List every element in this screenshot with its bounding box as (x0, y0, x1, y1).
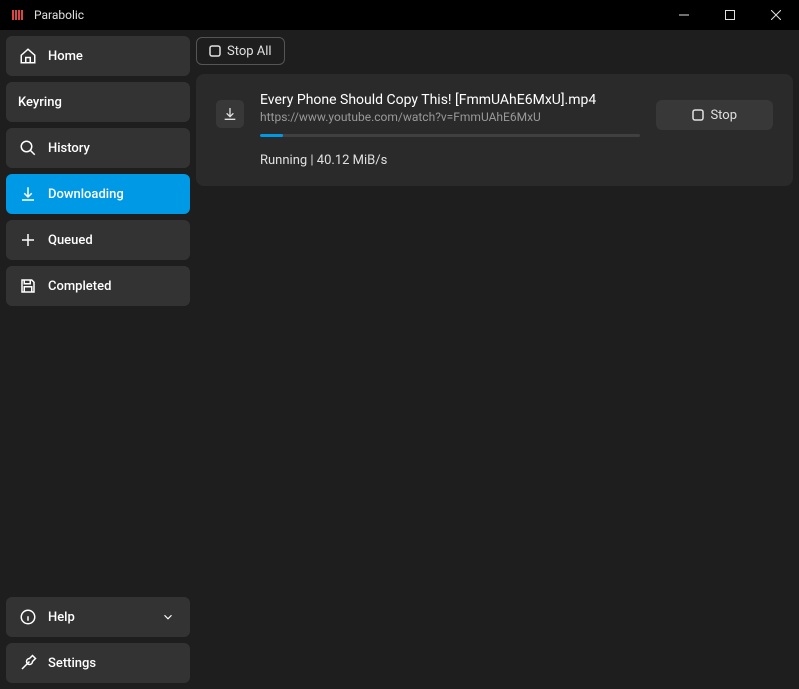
download-url: https://www.youtube.com/watch?v=FmmUAhE6… (260, 110, 640, 124)
download-row: Every Phone Should Copy This! [FmmUAhE6M… (216, 92, 773, 137)
toolbar: Stop All (196, 36, 793, 66)
download-icon (18, 184, 38, 204)
stop-all-label: Stop All (227, 44, 272, 59)
sidebar-item-label: Home (48, 49, 83, 64)
window-title: Parabolic (34, 8, 661, 22)
sidebar: Home Keyring History Downloading (6, 36, 190, 683)
sidebar-item-label: Settings (48, 656, 96, 671)
sidebar-item-label: Downloading (48, 187, 124, 202)
stop-icon (692, 109, 704, 121)
close-button[interactable] (753, 0, 799, 30)
sidebar-item-home[interactable]: Home (6, 36, 190, 76)
download-info: Every Phone Should Copy This! [FmmUAhE6M… (260, 92, 640, 137)
sidebar-item-settings[interactable]: Settings (6, 643, 190, 683)
save-icon (18, 276, 38, 296)
app-icon (10, 7, 26, 23)
stop-all-button[interactable]: Stop All (196, 37, 285, 65)
minimize-button[interactable] (661, 0, 707, 30)
sidebar-item-downloading[interactable]: Downloading (6, 174, 190, 214)
sidebar-item-label: Help (48, 610, 75, 625)
sidebar-item-history[interactable]: History (6, 128, 190, 168)
sidebar-item-completed[interactable]: Completed (6, 266, 190, 306)
download-actions: Stop (656, 100, 773, 130)
download-status: Running | 40.12 MiB/s (260, 153, 773, 168)
sidebar-item-label: Completed (48, 279, 111, 294)
main-layout: Home Keyring History Downloading (0, 30, 799, 689)
plus-icon (18, 230, 38, 250)
download-title: Every Phone Should Copy This! [FmmUAhE6M… (260, 92, 640, 108)
stop-button[interactable]: Stop (656, 100, 773, 130)
info-icon (18, 607, 38, 627)
sidebar-footer: Help Settings (6, 597, 190, 683)
search-icon (18, 138, 38, 158)
content: Stop All Every Phone Should Copy This! [… (196, 36, 793, 683)
sidebar-item-keyring[interactable]: Keyring (6, 82, 190, 122)
download-item-icon (216, 100, 244, 128)
sidebar-item-queued[interactable]: Queued (6, 220, 190, 260)
chevron-down-icon (158, 607, 178, 627)
stop-label: Stop (710, 108, 737, 123)
download-card: Every Phone Should Copy This! [FmmUAhE6M… (196, 74, 793, 186)
sidebar-item-label: Keyring (18, 95, 62, 110)
titlebar: Parabolic (0, 0, 799, 30)
home-icon (18, 46, 38, 66)
sidebar-nav: Home Keyring History Downloading (6, 36, 190, 591)
sidebar-item-label: History (48, 141, 90, 156)
window-controls (661, 0, 799, 30)
maximize-button[interactable] (707, 0, 753, 30)
progress-bar (260, 134, 640, 137)
wrench-icon (18, 653, 38, 673)
progress-fill (260, 134, 283, 137)
sidebar-item-help[interactable]: Help (6, 597, 190, 637)
stop-icon (209, 45, 221, 57)
sidebar-item-label: Queued (48, 233, 93, 248)
